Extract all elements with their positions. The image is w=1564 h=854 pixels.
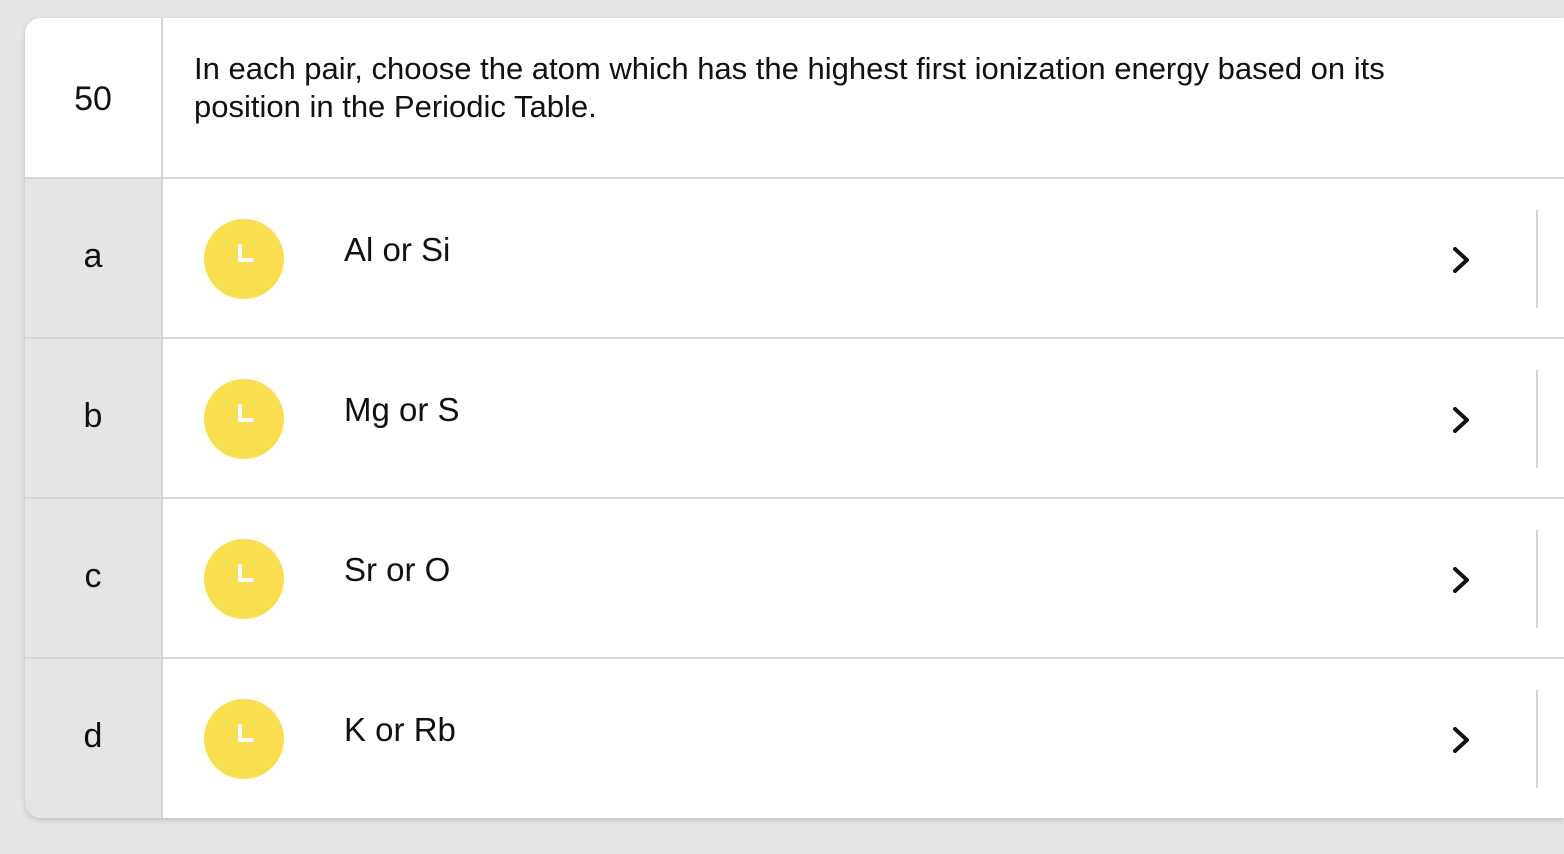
question-text: In each pair, choose the atom which has … bbox=[194, 51, 1385, 124]
part-letter: d bbox=[83, 717, 103, 755]
question-header: 50 In each pair, choose the atom which h… bbox=[25, 18, 1564, 179]
clock-icon bbox=[204, 699, 284, 779]
question-number: 50 bbox=[74, 80, 112, 118]
chevron-right-icon[interactable] bbox=[1449, 404, 1473, 436]
chevron-right-icon[interactable] bbox=[1449, 724, 1473, 756]
answer-row-a[interactable]: a Al or Si bbox=[25, 179, 1564, 339]
clock-icon bbox=[204, 219, 284, 299]
row-separator-line bbox=[1536, 210, 1538, 308]
part-letter-cell: d bbox=[25, 659, 163, 818]
answer-label: Al or Si bbox=[344, 231, 451, 268]
row-separator-line bbox=[1536, 530, 1538, 628]
question-card: 50 In each pair, choose the atom which h… bbox=[25, 18, 1564, 818]
clock-icon bbox=[204, 539, 284, 619]
answer-row-d[interactable]: d K or Rb bbox=[25, 659, 1564, 818]
row-separator-line bbox=[1536, 690, 1538, 788]
answer-label: K or Rb bbox=[344, 711, 456, 748]
part-letter: c bbox=[84, 557, 102, 595]
clock-icon bbox=[204, 379, 284, 459]
question-number-cell: 50 bbox=[25, 18, 163, 177]
chevron-right-icon[interactable] bbox=[1449, 244, 1473, 276]
part-letter-cell: c bbox=[25, 499, 163, 659]
part-letter-cell: b bbox=[25, 339, 163, 499]
chevron-right-icon[interactable] bbox=[1449, 564, 1473, 596]
answer-label: Mg or S bbox=[344, 391, 460, 428]
part-letter-cell: a bbox=[25, 179, 163, 339]
part-letter: a bbox=[83, 237, 103, 275]
answer-row-c[interactable]: c Sr or O bbox=[25, 499, 1564, 659]
row-separator-line bbox=[1536, 370, 1538, 468]
part-letter: b bbox=[83, 397, 103, 435]
answer-row-b[interactable]: b Mg or S bbox=[25, 339, 1564, 499]
answer-label: Sr or O bbox=[344, 551, 451, 588]
